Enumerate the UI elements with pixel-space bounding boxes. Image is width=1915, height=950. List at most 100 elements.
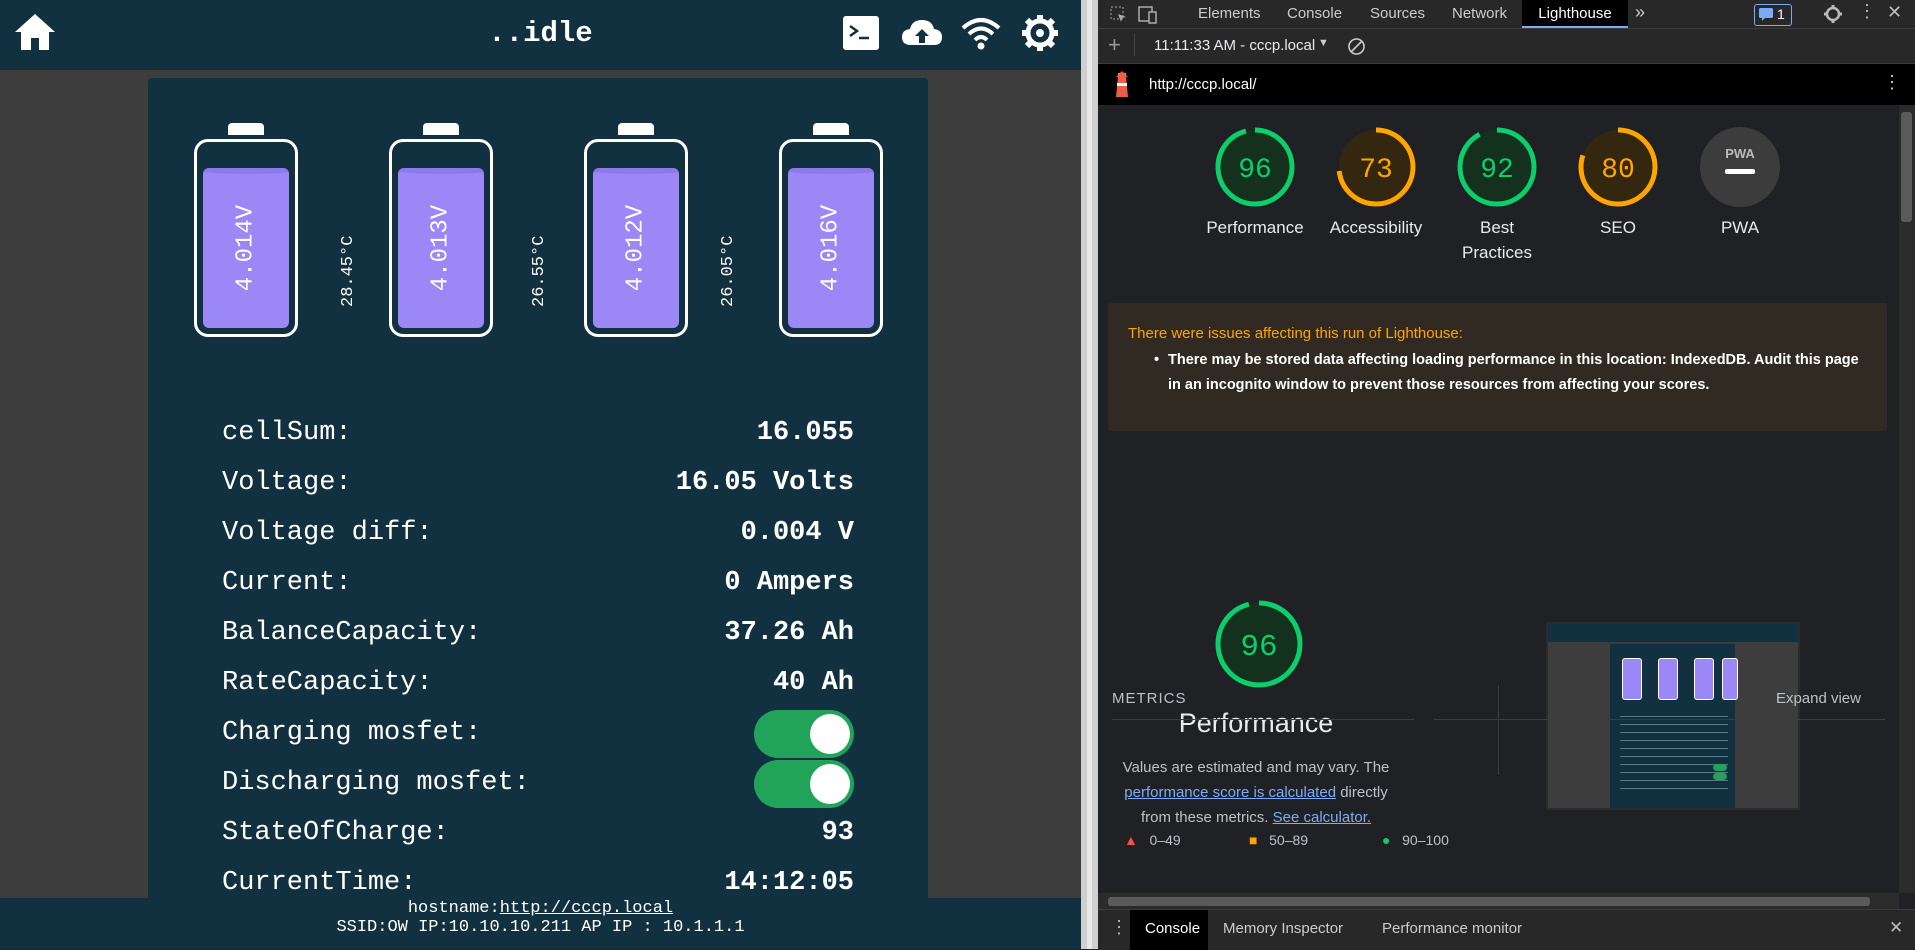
performance-title: Performance (1178, 708, 1334, 738)
pane-splitter[interactable] (1081, 0, 1098, 949)
discharging-mosfet-toggle[interactable] (754, 760, 854, 808)
devtools-settings-icon[interactable] (1823, 4, 1843, 24)
more-options-icon[interactable]: ⋮ (1858, 1, 1876, 22)
stat-label: cellSum: (222, 418, 352, 448)
terminal-icon[interactable] (842, 12, 880, 54)
devtools-drawer: ⋮ Console Memory Inspector Performance m… (1098, 909, 1915, 950)
device-toolbar-icon[interactable] (1138, 6, 1158, 24)
stat-label: Voltage: (222, 468, 352, 498)
stat-cellsum: cellSum: 16.055 (222, 412, 854, 452)
horizontal-scroll-thumb[interactable] (1108, 897, 1870, 906)
tab-sources[interactable]: Sources (1370, 5, 1425, 22)
stat-value: 16.05 Volts (675, 468, 854, 498)
cloud-upload-icon[interactable] (900, 12, 944, 54)
new-report-plus-icon[interactable]: + (1108, 32, 1121, 58)
cell-voltage: 4.016V (817, 204, 845, 292)
score-ring-icon: 96 (1215, 127, 1295, 207)
stat-current: Current: 0 Ampers (222, 562, 854, 602)
gauge-label: Accessibility (1329, 218, 1423, 237)
stat-value: 16.055 (756, 418, 854, 448)
dropdown-arrow-icon[interactable]: ▼ (1318, 37, 1329, 49)
lighthouse-url-bar: http://cccp.local/ ⋮ (1098, 64, 1915, 105)
performance-description: Values are estimated and may vary. The p… (1110, 755, 1402, 830)
tab-network[interactable]: Network (1452, 5, 1507, 22)
inspect-element-icon[interactable] (1110, 6, 1128, 24)
tab-lighthouse[interactable]: Lighthouse (1522, 0, 1628, 28)
vertical-scrollbar[interactable] (1899, 105, 1915, 893)
stat-label: RateCapacity: (222, 668, 433, 698)
legend-label: 90–100 (1402, 832, 1449, 848)
cell-battery-2: 4.013V (389, 123, 493, 337)
cell-voltage: 4.012V (622, 204, 650, 292)
legend-label: 0–49 (1149, 832, 1181, 848)
report-menu-icon[interactable]: ⋮ (1883, 72, 1901, 93)
network-info: SSID:OW IP:10.10.10.211 AP IP : 10.1.1.1 (336, 918, 745, 937)
stat-charging-mosfet: Charging mosfet: (222, 710, 854, 758)
gauge-label: Performance (1206, 218, 1304, 237)
clear-all-icon[interactable] (1347, 37, 1366, 56)
performance-score: 96 (1240, 630, 1277, 665)
stat-rate-capacity: RateCapacity: 40 Ah (222, 662, 854, 702)
stat-state-of-charge: StateOfCharge: 93 (222, 812, 854, 852)
horizontal-scrollbar[interactable] (1098, 893, 1899, 909)
legend-pass: ● 90–100 (1382, 832, 1449, 848)
drawer-tab-memory-inspector[interactable]: Memory Inspector (1223, 920, 1343, 937)
devtools-panel: Elements Console Sources Network Lightho… (1098, 0, 1915, 950)
gauge-pwa[interactable]: PWA PWA (1680, 125, 1800, 240)
stat-label: Current: (222, 568, 352, 598)
gauge-seo[interactable]: 80 SEO (1558, 125, 1678, 240)
message-icon (1759, 8, 1773, 21)
issues-count: 1 (1777, 6, 1785, 22)
metrics-heading: METRICS (1112, 690, 1187, 707)
cell-battery-3: 4.012V (584, 123, 688, 337)
vertical-scroll-thumb[interactable] (1901, 112, 1912, 222)
gauge-accessibility[interactable]: 73 Accessibility (1316, 125, 1436, 240)
stat-value: 40 Ah (772, 668, 854, 698)
gauge-score: 96 (1238, 155, 1272, 186)
issues-badge[interactable]: 1 (1754, 4, 1792, 26)
more-tabs-chevron[interactable]: » (1635, 2, 1645, 23)
gauge-score: 92 (1480, 155, 1514, 186)
stat-label: Voltage diff: (222, 518, 433, 548)
close-drawer-icon[interactable]: ✕ (1889, 918, 1903, 938)
warning-title: There were issues affecting this run of … (1128, 325, 1463, 342)
tab-elements[interactable]: Elements (1198, 5, 1261, 22)
expand-view-link[interactable]: Expand view (1776, 690, 1861, 707)
wifi-icon[interactable] (960, 12, 1002, 54)
stat-voltage: Voltage: 16.05 Volts (222, 462, 854, 502)
stat-label: CurrentTime: (222, 868, 417, 898)
tab-console[interactable]: Console (1287, 5, 1342, 22)
gauge-best-practices[interactable]: 92 Best Practices (1437, 125, 1557, 265)
stat-value: 93 (821, 818, 854, 848)
cell-battery-1: 4.014V (194, 123, 298, 337)
score-ring-icon: 92 (1457, 127, 1537, 207)
stat-discharging-mosfet: Discharging mosfet: (222, 760, 854, 808)
gauge-label: SEO (1600, 218, 1636, 237)
divider (1498, 685, 1499, 775)
stat-value: 14:12:05 (724, 868, 854, 898)
cell-voltage: 4.014V (232, 204, 260, 292)
close-icon[interactable]: ✕ (1887, 2, 1902, 23)
legend-average: ■ 50–89 (1249, 832, 1308, 848)
gauge-label: PWA (1720, 218, 1760, 237)
report-selector[interactable]: 11:11:33 AM - cccp.local (1154, 37, 1315, 54)
stat-value: 37.26 Ah (724, 618, 854, 648)
drawer-menu-icon[interactable]: ⋮ (1110, 917, 1128, 938)
hostname-link[interactable]: http://cccp.local (500, 899, 673, 918)
gauge-performance[interactable]: 96 Performance (1195, 125, 1315, 240)
gauge-label: Best Practices (1462, 218, 1532, 262)
cell-voltage: 4.013V (427, 204, 455, 292)
hostname-label: hostname: (407, 899, 500, 918)
settings-gear-icon[interactable] (1020, 12, 1060, 54)
see-calculator-link[interactable]: See calculator. (1273, 809, 1371, 826)
page-screenshot-thumbnail[interactable] (1546, 622, 1800, 810)
drawer-tab-console[interactable]: Console (1145, 920, 1200, 937)
report-url[interactable]: http://cccp.local/ (1149, 76, 1257, 93)
circle-icon: ● (1382, 832, 1391, 848)
lighthouse-logo-icon (1116, 71, 1128, 97)
perf-score-calculated-link[interactable]: performance score is calculated (1124, 784, 1336, 801)
app-footer: hostname:http://cccp.local SSID:OW IP:10… (0, 898, 1081, 949)
performance-gauge-icon: 96 (1215, 600, 1303, 688)
drawer-tab-performance-monitor[interactable]: Performance monitor (1382, 920, 1522, 937)
charging-mosfet-toggle[interactable] (754, 710, 854, 758)
